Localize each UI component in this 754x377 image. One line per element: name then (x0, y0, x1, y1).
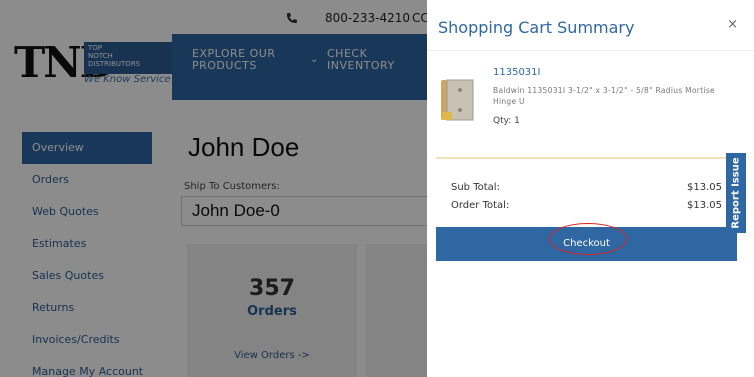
sub-total-value: $13.05 (687, 182, 722, 193)
report-issue-tab[interactable]: Report Issue (726, 153, 746, 233)
divider (427, 50, 754, 51)
report-issue-label: Report Issue (730, 157, 742, 229)
item-description: Baldwin 1135031I 3-1/2" x 3-1/2" - 5/8" … (493, 86, 715, 106)
sub-total-label: Sub Total: (451, 182, 500, 193)
close-icon[interactable]: × (727, 17, 738, 32)
item-sku-link[interactable]: 1135031I (493, 67, 541, 78)
item-quantity: Qty: 1 (493, 116, 520, 126)
order-total-value: $13.05 (687, 200, 722, 211)
divider (436, 157, 742, 159)
checkout-highlight-annotation (549, 223, 627, 255)
cart-summary-panel: Shopping Cart Summary × 1135031I Baldwin… (427, 0, 754, 377)
order-total-label: Order Total: (451, 200, 510, 211)
product-image[interactable] (439, 76, 479, 124)
cart-title: Shopping Cart Summary (438, 18, 635, 37)
